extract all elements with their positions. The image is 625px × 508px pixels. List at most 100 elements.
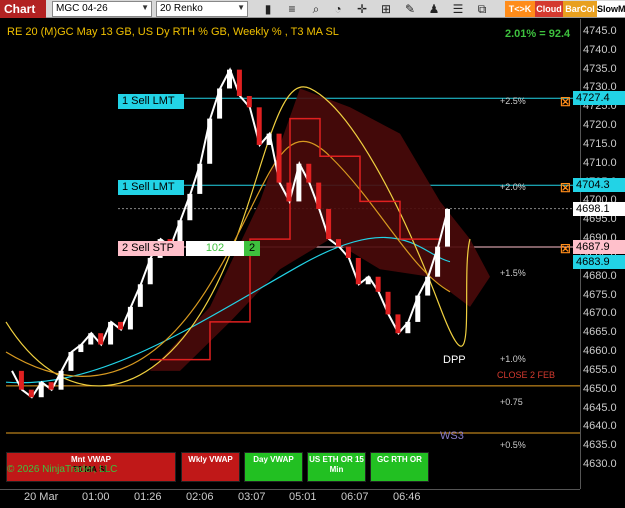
us-eth-or-button[interactable]: US ETH OR 15 Min — [307, 452, 366, 482]
price-tick-label: 4680.0 — [583, 269, 617, 282]
price-tick-label: 4670.0 — [583, 307, 617, 320]
cloud-button[interactable]: Cloud — [535, 1, 563, 17]
instrument-selector[interactable]: MGC 04-26 ▼ — [52, 1, 152, 17]
strategies-icon[interactable]: ♟ — [426, 1, 442, 17]
renko-brick — [147, 257, 153, 285]
barcol-button[interactable]: BarCol — [563, 1, 597, 17]
renko-brick — [207, 118, 213, 164]
chart-trader-icon[interactable]: ⧉ — [474, 1, 490, 17]
pct-level-label: +2.5% — [500, 96, 526, 106]
price-tick-label: 4660.0 — [583, 345, 617, 358]
renko-brick — [197, 163, 203, 194]
renko-brick — [48, 382, 54, 390]
instrument-value: MGC 04-26 — [56, 3, 108, 14]
wkly-vwap-label: Wkly VWAP — [188, 455, 233, 464]
day-vwap-button[interactable]: Day VWAP — [244, 452, 303, 482]
pct-level-label: +0.75 — [500, 397, 523, 407]
cancel-order-icon[interactable]: ☒ — [560, 95, 571, 109]
renko-brick — [425, 276, 431, 296]
renko-brick — [415, 295, 421, 322]
chart-window: Chart MGC 04-26 ▼ 20 Renko ▼ ▮ ≡ ⌕ ◔ ✛ ⊞… — [0, 0, 625, 508]
time-tick-label: 06:46 — [393, 491, 421, 503]
price-tick-label: 4715.0 — [583, 137, 617, 150]
renko-brick — [445, 208, 450, 247]
renko-brick — [28, 389, 34, 398]
renko-brick — [227, 69, 232, 89]
price-tick-label: 4745.0 — [583, 25, 617, 37]
renko-brick — [38, 382, 44, 398]
time-tick-label: 02:06 — [186, 491, 214, 503]
time-tick-label: 01:26 — [134, 491, 162, 503]
renko-brick — [98, 333, 104, 345]
bar-type-value: 20 Renko — [160, 3, 203, 14]
order-label-sell-lmt-1[interactable]: 1 Sell LMT — [118, 94, 184, 109]
time-tick-label: 01:00 — [82, 491, 110, 503]
price-marker-flag: 4683.9 — [573, 255, 625, 270]
time-tick-label: 05:01 — [289, 491, 317, 503]
renko-brick — [365, 276, 371, 285]
pct-level-label: +1.5% — [500, 268, 526, 278]
time-tick-label: 06:07 — [341, 491, 369, 503]
price-marker-flag: 4704.3 — [573, 178, 625, 193]
chart-tab[interactable]: Chart — [0, 0, 46, 18]
renko-brick — [326, 208, 332, 240]
bar-chart-icon[interactable]: ▮ — [260, 1, 276, 17]
price-tick-label: 4665.0 — [583, 326, 617, 339]
renko-brick — [187, 193, 193, 221]
pct-level-label: +1.0% — [500, 354, 526, 364]
pencil-icon[interactable]: ✎ — [402, 1, 418, 17]
renko-brick — [336, 239, 341, 247]
price-tick-label: 4740.0 — [583, 43, 617, 56]
price-tick-label: 4645.0 — [583, 401, 617, 414]
price-tick-label: 4655.0 — [583, 363, 617, 376]
indicators-icon[interactable]: ≡ — [284, 1, 300, 17]
renko-brick — [306, 163, 312, 183]
tk-button[interactable]: T<>K — [505, 1, 535, 17]
zoom-icon[interactable]: ⌕ — [308, 1, 324, 17]
renko-brick — [266, 133, 272, 145]
price-marker-flag: 4687.9 — [573, 239, 625, 254]
time-tick-label: 03:07 — [238, 491, 266, 503]
properties-icon[interactable]: ◔ — [330, 1, 346, 17]
chevron-down-icon: ▼ — [237, 3, 245, 12]
price-tick-label: 4640.0 — [583, 420, 617, 433]
price-tick-label: 4735.0 — [583, 62, 617, 75]
order-label-sell-stp[interactable]: 2 Sell STP — [118, 241, 184, 256]
copyright-label: © 2026 NinjaTrader, LLC — [7, 464, 118, 475]
price-chart[interactable] — [0, 19, 580, 489]
us-eth-or-label: US ETH OR 15 Min — [309, 455, 364, 474]
pct-level-label: +0.5% — [500, 440, 526, 450]
close-prev-label: CLOSE 2 FEB — [497, 370, 556, 380]
drawing-tools-icon[interactable]: ⊞ — [378, 1, 394, 17]
order-close-qty-box[interactable]: 2 — [244, 241, 260, 256]
order-label-sell-lmt-2[interactable]: 1 Sell LMT — [118, 180, 184, 195]
renko-brick — [88, 333, 94, 345]
wkly-vwap-button[interactable]: Wkly VWAP — [181, 452, 240, 482]
gc-rth-or-button[interactable]: GC RTH OR — [370, 452, 429, 482]
slowm-button[interactable]: SlowM — [597, 1, 625, 17]
crosshair-icon[interactable]: ✛ — [354, 1, 370, 17]
renko-brick — [78, 344, 84, 353]
renko-brick — [256, 107, 262, 145]
renko-brick — [435, 246, 441, 277]
performance-label: 2.01% = 92.4 — [505, 28, 571, 40]
cancel-order-icon[interactable]: ☒ — [560, 181, 571, 195]
price-marker-flag: 4727.4 — [573, 91, 625, 106]
renko-brick — [246, 96, 252, 108]
bar-type-selector[interactable]: 20 Renko ▼ — [156, 1, 248, 17]
renko-brick — [18, 370, 24, 390]
renko-brick — [236, 69, 242, 97]
renko-brick — [385, 291, 391, 315]
chart-toolbar: Chart MGC 04-26 ▼ 20 Renko ▼ ▮ ≡ ⌕ ◔ ✛ ⊞… — [0, 0, 625, 18]
price-tick-label: 4710.0 — [583, 156, 617, 169]
renko-brick — [68, 352, 74, 371]
template-icon[interactable]: ☰ — [450, 1, 466, 17]
price-marker-flag: 4698.1 — [573, 201, 625, 216]
renko-brick — [127, 306, 133, 330]
cancel-order-icon[interactable]: ☒ — [560, 242, 571, 256]
price-tick-label: 4630.0 — [583, 458, 617, 470]
pct-level-label: +2.0% — [500, 182, 526, 192]
order-quantity-box[interactable]: 102 — [186, 241, 244, 256]
ws3-label: WS3 — [440, 430, 464, 442]
price-tick-label: 4675.0 — [583, 288, 617, 301]
